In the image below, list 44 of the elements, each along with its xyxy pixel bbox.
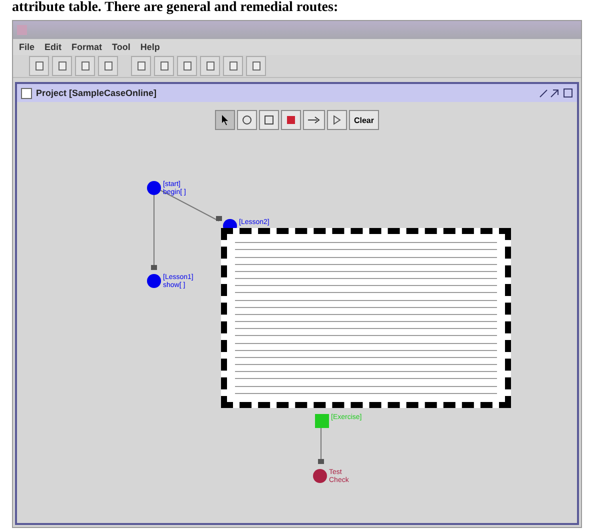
- palette-button[interactable]: [236, 110, 257, 130]
- window-checkbox[interactable]: [21, 88, 32, 98]
- palette-button[interactable]: [326, 110, 347, 130]
- maximize-icon[interactable]: [563, 88, 573, 98]
- document-icon: [160, 61, 168, 71]
- document-icon: [228, 61, 238, 71]
- toolbar-button[interactable]: [29, 56, 49, 76]
- caption-text: attribute table. There are general and remedial routes:: [12, 0, 338, 16]
- document-icon: [34, 61, 44, 71]
- toolbar-button[interactable]: [52, 56, 72, 76]
- document-icon: [136, 61, 146, 71]
- document-icon: [80, 61, 90, 71]
- toolbar-button[interactable]: [246, 56, 266, 76]
- toolbar-button[interactable]: [223, 56, 243, 76]
- toolbar-button[interactable]: [154, 56, 174, 76]
- document-icon: [252, 61, 260, 71]
- clear-button[interactable]: Clear: [348, 110, 379, 130]
- menu-item[interactable]: Edit: [44, 42, 62, 52]
- toolbar-button[interactable]: [177, 56, 197, 76]
- arrow-icon: [308, 116, 320, 124]
- menu-item[interactable]: Tool: [112, 42, 130, 52]
- app-icon: [17, 25, 27, 35]
- document-icon: [182, 61, 192, 71]
- pointer-icon: [220, 115, 229, 125]
- toolbar-button[interactable]: [200, 56, 220, 76]
- play-icon: [332, 115, 341, 125]
- window-title: Project [SampleCaseOnline]: [36, 88, 158, 98]
- palette-button[interactable]: [258, 110, 279, 130]
- toolbar-button[interactable]: [75, 56, 95, 76]
- menu-item[interactable]: Format: [72, 42, 102, 52]
- toolbar-button[interactable]: [98, 56, 118, 76]
- document-icon: [58, 61, 66, 71]
- palette-button[interactable]: [214, 110, 235, 130]
- document-icon: [104, 61, 112, 71]
- menu-item[interactable]: File: [19, 42, 35, 52]
- document-icon: [206, 61, 214, 71]
- resize-icon[interactable]: [539, 88, 559, 98]
- square-icon: [264, 115, 274, 125]
- circle-icon: [242, 115, 252, 125]
- palette-button[interactable]: [302, 110, 325, 130]
- square-icon: [286, 115, 296, 125]
- menu-item[interactable]: Help: [140, 42, 160, 52]
- connector-arrow: [318, 426, 324, 465]
- toolbar-button[interactable]: [131, 56, 151, 76]
